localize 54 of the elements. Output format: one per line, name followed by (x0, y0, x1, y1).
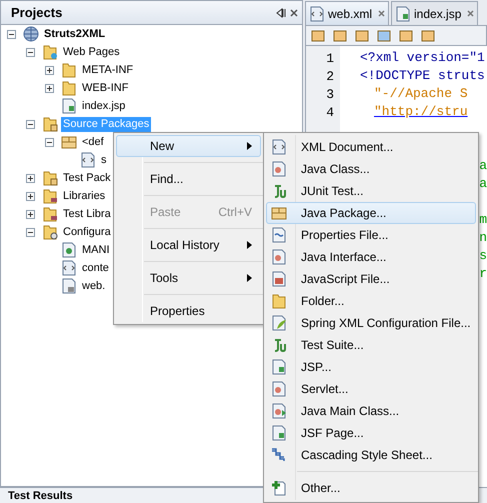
menu-item[interactable]: Java Package... (266, 202, 476, 224)
code-line: <!DOCTYPE struts (360, 68, 485, 83)
tree-item[interactable]: Struts2XML (42, 26, 108, 42)
menu-item[interactable]: Java Interface... (266, 246, 476, 268)
code-line: "http://stru (374, 104, 468, 119)
menu-item[interactable]: Servlet... (266, 378, 476, 400)
menu-item[interactable]: Properties (116, 300, 261, 322)
tree-item[interactable]: Test Libra (61, 206, 113, 222)
panel-title: Projects (11, 4, 64, 22)
menu-item[interactable]: JSF Page... (266, 422, 476, 444)
code-line: m (479, 212, 487, 227)
tree-item[interactable]: WEB-INF (80, 80, 130, 96)
tree-item[interactable]: Test Pack (61, 170, 113, 186)
tree-item[interactable]: Web Pages (61, 44, 122, 60)
shortcut-label: Ctrl+V (218, 204, 252, 221)
menu-item[interactable]: Local History (116, 234, 261, 256)
line-number: 3 (326, 87, 334, 102)
tree-item[interactable]: web. (80, 278, 108, 294)
code-line: a (479, 158, 487, 173)
menu-item[interactable]: Folder... (266, 290, 476, 312)
menu-item[interactable]: JavaScript File... (266, 268, 476, 290)
menu-item[interactable]: Other... (266, 477, 476, 499)
menu-item[interactable]: Spring XML Configuration File... (266, 312, 476, 334)
tree-item[interactable]: <def (80, 134, 106, 150)
menu-item[interactable]: JSP... (266, 356, 476, 378)
menu-item[interactable]: XML Document... (266, 136, 476, 158)
menu-item[interactable]: Properties File... (266, 224, 476, 246)
code-line: s (479, 248, 487, 263)
tree-item[interactable]: conte (80, 260, 111, 276)
tree-item[interactable]: Configura (61, 224, 113, 240)
code-line: <?xml version="1 (360, 50, 485, 65)
menu-item[interactable]: Test Suite... (266, 334, 476, 356)
panel-title: Test Results (8, 488, 73, 502)
code-line: a (479, 176, 487, 191)
tree-item[interactable]: Libraries (61, 188, 108, 204)
line-number: 4 (326, 105, 334, 120)
code-line: "-//Apache S (374, 86, 468, 101)
menu-item[interactable]: Cascading Style Sheet... (266, 444, 476, 466)
menu-item[interactable]: Java Class... (266, 158, 476, 180)
editor-tab[interactable]: index.jsp (391, 1, 478, 25)
line-number: 2 (326, 69, 334, 84)
menu-item[interactable]: Find... (116, 168, 261, 190)
tree-item[interactable]: MANI (80, 242, 112, 258)
code-line: n (479, 230, 487, 245)
code-line: r (479, 266, 487, 281)
menu-item[interactable]: Tools (116, 267, 261, 289)
tree-item[interactable]: META-INF (80, 62, 136, 78)
menu-item[interactable]: JUnit Test... (266, 180, 476, 202)
menu-item[interactable]: New (116, 135, 261, 157)
line-number: 1 (326, 51, 334, 66)
menu-item[interactable]: Java Main Class... (266, 400, 476, 422)
tree-item[interactable]: index.jsp (80, 98, 128, 114)
tree-item[interactable]: s (99, 152, 108, 168)
editor-tab[interactable]: web.xml (305, 1, 390, 25)
